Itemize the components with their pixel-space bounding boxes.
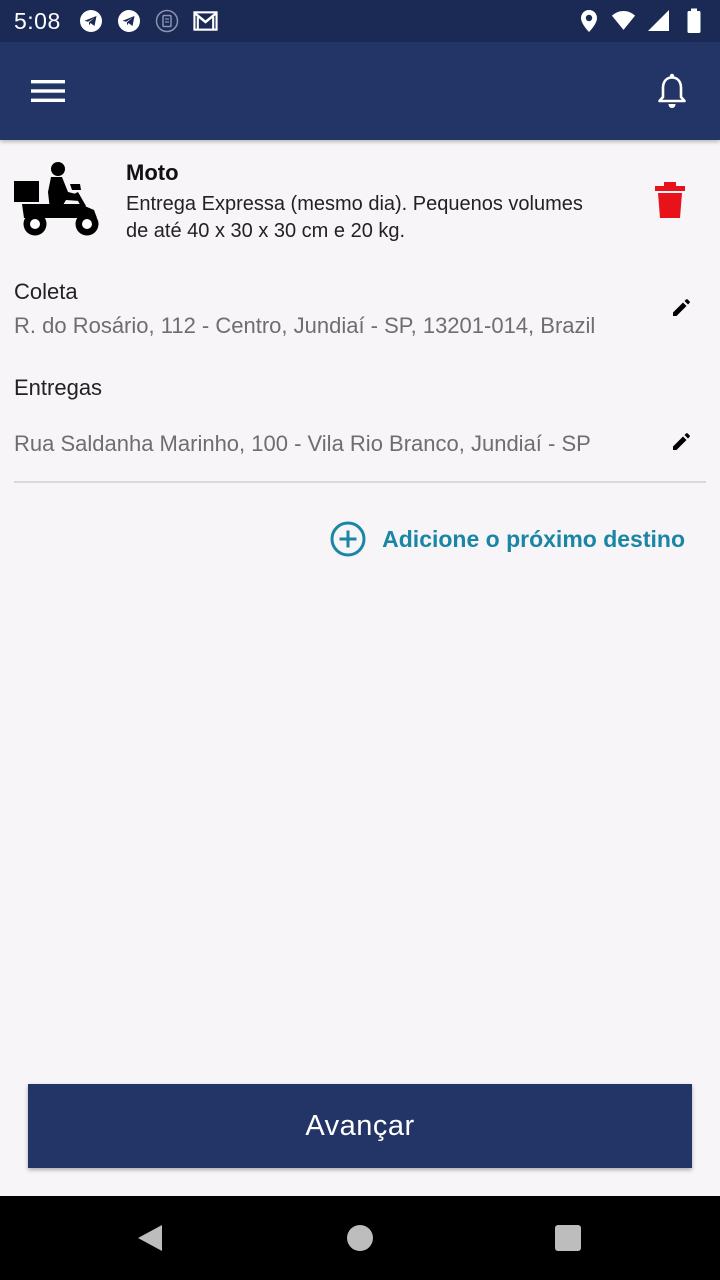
order-content: Moto Entrega Expressa (mesmo dia). Peque… [0,140,720,1196]
gmail-icon [193,9,218,34]
status-time: 5:08 [14,7,61,34]
menu-button[interactable] [28,71,68,111]
status-bar: 5:08 [0,0,720,42]
plus-circle-icon [330,521,366,557]
add-destination-button[interactable]: Adicione o próximo destino [330,521,685,557]
wifi-icon [611,9,636,34]
notifications-button[interactable] [652,71,692,111]
pickup-label: Coleta [14,279,78,304]
motorcycle-courier-icon [14,162,100,238]
system-status-icons [576,8,706,34]
pencil-icon [673,299,690,316]
vehicle-description: Entrega Expressa (mesmo dia). Pequenos v… [126,193,583,242]
notification-icons [79,9,218,34]
delete-button[interactable] [654,180,686,220]
trash-icon [655,182,685,218]
pickup-address: R. do Rosário, 112 - Centro, Jundiaí - S… [14,313,596,338]
edit-pickup-button[interactable] [668,295,694,321]
hamburger-menu-icon [31,80,65,102]
edit-delivery-button[interactable] [668,429,694,455]
location-icon [576,9,601,34]
app-bar [0,42,720,140]
sim-card-icon [155,9,180,34]
deliveries-label: Entregas [14,375,103,400]
advance-button[interactable]: Avançar [28,1084,692,1168]
bell-icon [658,73,686,108]
recents-icon[interactable] [555,1225,581,1251]
telegram-icon [79,9,104,34]
home-icon[interactable] [347,1225,373,1251]
vehicle-card: Moto Entrega Expressa (mesmo dia). Peque… [14,160,706,250]
signal-icon [646,9,671,34]
vehicle-name: Moto [126,160,179,185]
pencil-icon [673,433,690,450]
delivery-address: Rua Saldanha Marinho, 100 - Vila Rio Bra… [14,431,591,456]
battery-icon [681,8,706,34]
telegram-icon [117,9,142,34]
add-destination-label: Adicione o próximo destino [382,525,685,552]
back-icon[interactable] [137,1224,163,1252]
navigation-bar [0,1196,720,1280]
divider [14,481,706,483]
